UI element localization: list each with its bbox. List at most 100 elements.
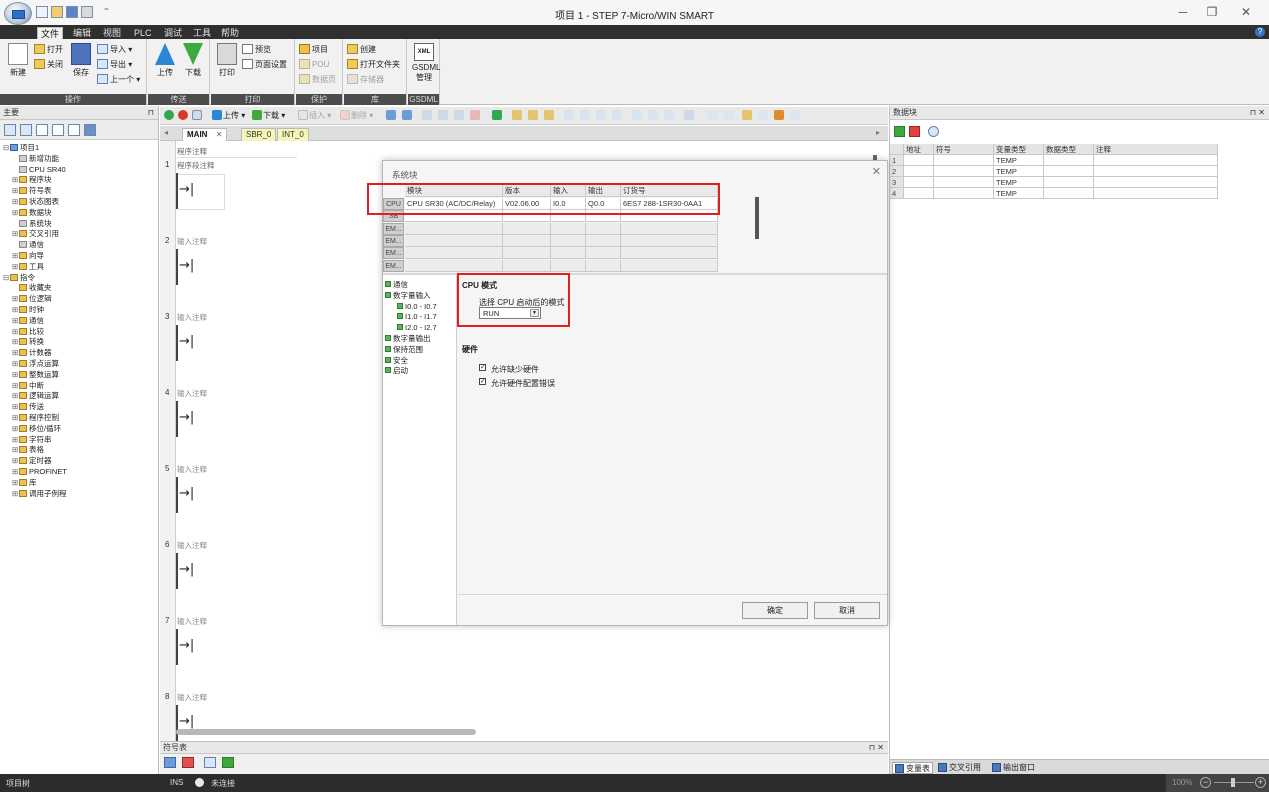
- grid-row-number[interactable]: 2: [890, 166, 904, 177]
- grid-row-number[interactable]: 4: [890, 188, 904, 199]
- tree-expander-icon[interactable]: ⊞: [12, 207, 19, 218]
- toolbar-tool-j-icon[interactable]: [544, 110, 555, 121]
- module-slot-button[interactable]: EM...: [383, 247, 404, 260]
- tree-expander-icon[interactable]: ⊞: [12, 401, 19, 412]
- toolbar-tool-x-icon[interactable]: [790, 110, 801, 121]
- tree-expander-icon[interactable]: ⊞: [12, 466, 19, 477]
- tree-expander-icon[interactable]: ⊞: [12, 174, 19, 185]
- tab-view[interactable]: 视图: [100, 27, 124, 39]
- rung-end-icon[interactable]: →|: [179, 638, 194, 653]
- tab-main[interactable]: MAIN ✕: [182, 128, 228, 141]
- module-cell-module[interactable]: [405, 247, 503, 260]
- tab-variable-table[interactable]: 变量表: [892, 762, 933, 774]
- grid-row-number[interactable]: 3: [890, 177, 904, 188]
- nav-item[interactable]: 数字量输出: [385, 334, 431, 344]
- symbol-tool-4-icon[interactable]: [222, 757, 234, 768]
- module-cell-version[interactable]: [503, 222, 551, 235]
- tree-item[interactable]: 收藏夹: [12, 282, 52, 293]
- module-cell-output[interactable]: [586, 222, 621, 235]
- grid-cell[interactable]: [904, 155, 934, 166]
- tab-cross-reference[interactable]: 交叉引用: [938, 762, 981, 774]
- tree-expander-icon[interactable]: ⊞: [12, 434, 19, 445]
- nav-item[interactable]: 启动: [385, 366, 408, 376]
- help-icon[interactable]: ?: [1255, 27, 1265, 37]
- tree-expander-icon[interactable]: ⊞: [12, 293, 19, 304]
- symbol-panel-pin-close-icon[interactable]: ⊓ ✕: [869, 742, 884, 754]
- tree-expander-icon[interactable]: ⊞: [12, 455, 19, 466]
- allow-config-error-checkbox[interactable]: ✓: [479, 378, 486, 385]
- delete-row-icon[interactable]: [909, 126, 920, 137]
- toolbar-tool-u-icon[interactable]: [742, 110, 753, 121]
- delete-button[interactable]: 删除 ▾: [340, 110, 373, 121]
- tree-tool-1-icon[interactable]: [4, 124, 16, 136]
- save-button[interactable]: 保存: [70, 43, 92, 78]
- tree-expander-icon[interactable]: ⊞: [12, 261, 19, 272]
- network-comment[interactable]: 输入注释: [177, 236, 207, 247]
- grid-cell[interactable]: [1094, 155, 1218, 166]
- new-button[interactable]: 新建: [6, 43, 30, 78]
- close-window-button[interactable]: ✕: [1236, 4, 1256, 20]
- grid-cell[interactable]: [1094, 188, 1218, 199]
- editor-download-button[interactable]: 下载 ▾: [252, 110, 285, 121]
- zoom-out-button[interactable]: −: [1200, 777, 1211, 788]
- nav-item[interactable]: 数字量输入: [385, 291, 431, 301]
- module-cell-order[interactable]: [621, 234, 718, 247]
- tree-expander-icon[interactable]: ⊞: [12, 380, 19, 391]
- tree-item[interactable]: 新增功能: [12, 153, 59, 164]
- grid-cell[interactable]: [1044, 166, 1094, 177]
- grid-cell[interactable]: TEMP: [994, 177, 1044, 188]
- tree-item[interactable]: ⊞ 时钟: [12, 304, 44, 315]
- tree-expander-icon[interactable]: ⊞: [12, 358, 19, 369]
- tab-int0[interactable]: INT_0: [277, 128, 309, 141]
- tree-expander-icon[interactable]: ⊞: [12, 228, 19, 239]
- editor-upload-button[interactable]: 上传 ▾: [212, 110, 245, 121]
- module-cell-version[interactable]: [503, 234, 551, 247]
- module-cell-order[interactable]: [621, 247, 718, 260]
- allow-missing-hardware-checkbox[interactable]: ✓: [479, 364, 486, 371]
- tree-tool-5-icon[interactable]: [68, 124, 80, 136]
- tree-item[interactable]: ⊞ 字符串: [12, 434, 52, 445]
- tree-expander-icon[interactable]: ⊟: [3, 272, 10, 283]
- tree-expander-icon[interactable]: ⊞: [12, 423, 19, 434]
- tab-tools[interactable]: 工具: [190, 27, 214, 39]
- tree-expander-icon[interactable]: ⊞: [12, 196, 19, 207]
- close-project-button[interactable]: 关闭: [34, 59, 63, 71]
- nav-item[interactable]: I0.0 - I0.7: [397, 302, 437, 312]
- pin-icon[interactable]: ⊓: [148, 106, 154, 120]
- tab-scroll-left-icon[interactable]: ◂: [164, 128, 168, 137]
- zoom-in-button[interactable]: +: [1255, 777, 1266, 788]
- module-cell-output[interactable]: [586, 234, 621, 247]
- tree-item[interactable]: ⊞ 转换: [12, 336, 44, 347]
- tree-item[interactable]: ⊞ 数据块: [12, 207, 52, 218]
- tree-item[interactable]: ⊟ 项目1: [3, 142, 39, 153]
- import-button[interactable]: 导入 ▾: [97, 44, 132, 56]
- tree-tool-6-icon[interactable]: [84, 124, 96, 136]
- tree-expander-icon[interactable]: ⊞: [12, 315, 19, 326]
- network-comment[interactable]: 输入注释: [177, 540, 207, 551]
- grid-cell[interactable]: [934, 188, 994, 199]
- tab-close-icon[interactable]: ✕: [216, 130, 223, 139]
- tree-expander-icon[interactable]: ⊞: [12, 412, 19, 423]
- module-cell-order[interactable]: [621, 222, 718, 235]
- network-comment[interactable]: 输入注释: [177, 312, 207, 323]
- print-button[interactable]: 打印: [216, 43, 238, 78]
- module-cell-order[interactable]: [621, 259, 718, 272]
- toolbar-tool-b-icon[interactable]: [402, 110, 413, 121]
- toolbar-tool-g-icon[interactable]: [492, 110, 503, 121]
- program-comment[interactable]: 程序注释: [177, 146, 297, 158]
- grid-cell[interactable]: TEMP: [994, 155, 1044, 166]
- nav-item[interactable]: I2.0 - I2.7: [397, 323, 437, 333]
- toolbar-tool-n-icon[interactable]: [612, 110, 623, 121]
- tree-item[interactable]: ⊞ 浮点运算: [12, 358, 59, 369]
- previous-button[interactable]: 上一个 ▾: [97, 74, 140, 86]
- rung-end-icon[interactable]: →|: [179, 334, 194, 349]
- tree-item[interactable]: 通信: [12, 239, 44, 250]
- tree-expander-icon[interactable]: ⊟: [3, 142, 10, 153]
- toolbar-tool-e-icon[interactable]: [454, 110, 465, 121]
- grid-cell[interactable]: TEMP: [994, 166, 1044, 177]
- network-comment[interactable]: 输入注释: [177, 388, 207, 399]
- data-block-pin-close-icon[interactable]: ⊓ ✕: [1250, 106, 1265, 120]
- tree-item[interactable]: ⊞ 通信: [12, 315, 44, 326]
- nav-item[interactable]: 安全: [385, 356, 408, 366]
- upload-button[interactable]: 上传: [154, 43, 176, 78]
